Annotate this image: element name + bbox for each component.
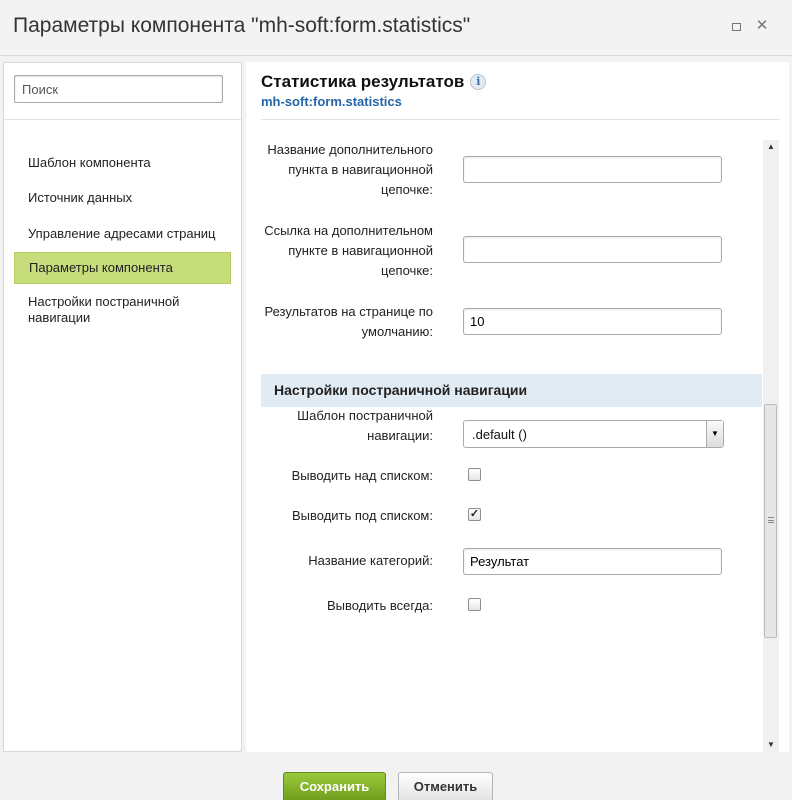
- info-icon[interactable]: i: [470, 74, 487, 90]
- maximize-button[interactable]: [726, 16, 746, 36]
- checkmark-icon: ✓: [469, 508, 480, 520]
- section-pager-header: Настройки постраничной навигации: [261, 374, 762, 407]
- show-bottom-checkbox[interactable]: ✓: [468, 508, 481, 521]
- scroll-down-icon[interactable]: ▼: [763, 738, 779, 752]
- category-title-input[interactable]: [463, 548, 722, 575]
- chain-item-link-input[interactable]: [463, 236, 722, 263]
- chevron-down-icon[interactable]: ▼: [706, 421, 723, 447]
- dialog-footer: Сохранить Отменить: [0, 762, 792, 800]
- scrollbar-thumb[interactable]: [764, 404, 777, 638]
- results-per-page-label: Результатов на странице по умолчанию:: [264, 304, 433, 339]
- show-bottom-label: Выводить под списком:: [291, 508, 433, 523]
- sidebar-item-url-management[interactable]: Управление адресами страниц: [14, 219, 231, 249]
- show-top-label: Выводить над списком:: [291, 468, 433, 483]
- dialog-titlebar[interactable]: Параметры компонента "mh-soft:form.stati…: [0, 0, 792, 56]
- maximize-icon: [731, 22, 741, 31]
- page-title-text: Статистика результатов: [261, 72, 465, 91]
- show-always-checkbox[interactable]: [468, 598, 481, 611]
- close-button[interactable]: ✕: [752, 16, 772, 36]
- sidebar: Шаблон компонента Источник данных Управл…: [3, 62, 242, 752]
- category-title-label: Название категорий:: [308, 553, 433, 568]
- sidebar-item-data-source[interactable]: Источник данных: [14, 183, 231, 213]
- dialog-body: Шаблон компонента Источник данных Управл…: [0, 56, 792, 762]
- vertical-scrollbar[interactable]: ▲ ▼: [763, 140, 779, 752]
- params-scroll-area: Название дополнительного пункта в навига…: [246, 140, 781, 752]
- save-button[interactable]: Сохранить: [283, 772, 386, 800]
- pager-template-value: .default (): [472, 427, 527, 442]
- pager-template-select[interactable]: .default () ▼: [463, 420, 724, 448]
- sidebar-divider: [4, 119, 241, 120]
- results-per-page-input[interactable]: [463, 308, 722, 335]
- show-top-checkbox[interactable]: [468, 468, 481, 481]
- component-id: mh-soft:form.statistics: [261, 94, 402, 109]
- grip-icon: [768, 517, 774, 523]
- cancel-button[interactable]: Отменить: [398, 772, 493, 800]
- pager-template-label: Шаблон постраничной навигации:: [297, 408, 433, 443]
- page-title: Статистика результатов i: [261, 72, 487, 92]
- show-always-label: Выводить всегда:: [327, 598, 433, 613]
- header-divider: [261, 119, 780, 120]
- sidebar-item-pager-settings[interactable]: Настройки постраничной навигации: [14, 287, 231, 333]
- sidebar-item-component-params[interactable]: Параметры компонента: [14, 252, 231, 284]
- search-input[interactable]: [14, 75, 223, 103]
- main-panel: Статистика результатов i mh-soft:form.sta…: [246, 62, 789, 752]
- chain-item-name-input[interactable]: [463, 156, 722, 183]
- scroll-up-icon[interactable]: ▲: [763, 140, 779, 154]
- sidebar-item-template[interactable]: Шаблон компонента: [14, 148, 231, 178]
- chain-item-link-label: Ссылка на дополнительном пункте в навига…: [264, 223, 433, 278]
- dialog-title: Параметры компонента "mh-soft:form.stati…: [13, 14, 471, 37]
- close-icon: ✕: [755, 17, 769, 34]
- chain-item-name-label: Название дополнительного пункта в навига…: [267, 142, 433, 197]
